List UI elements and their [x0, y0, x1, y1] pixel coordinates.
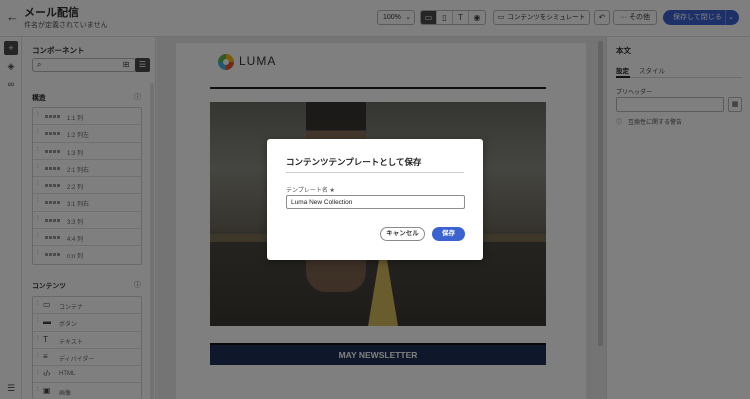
dialog-title: コンテンツテンプレートとして保存 — [286, 157, 422, 167]
cancel-button[interactable]: キャンセル — [380, 227, 425, 241]
dialog-divider — [286, 172, 464, 173]
template-name-label: テンプレート名 ★ — [286, 188, 335, 194]
save-button[interactable]: 保存 — [432, 227, 465, 241]
save-template-dialog: コンテンツテンプレートとして保存 テンプレート名 ★ キャンセル 保存 — [267, 139, 483, 260]
template-name-input[interactable] — [286, 195, 465, 209]
